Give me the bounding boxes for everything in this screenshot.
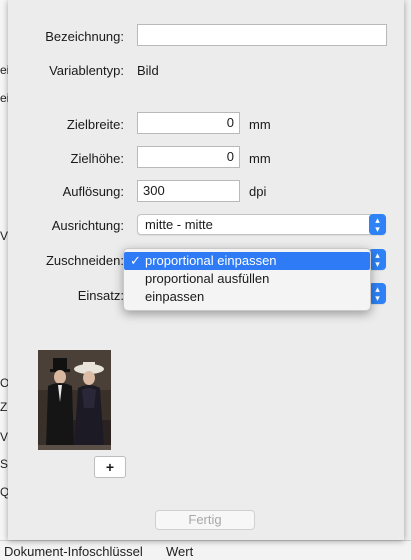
width-unit: mm — [249, 117, 271, 132]
popup-arrows-icon: ▴ ▾ — [369, 283, 386, 304]
name-label: Bezeichnung: — [45, 29, 124, 44]
crop-option-label: proportional einpassen — [145, 253, 277, 268]
crop-dropdown-menu: ✓ proportional einpassen proportional au… — [123, 248, 371, 311]
crop-option-fill-proportional[interactable]: proportional ausfüllen — [124, 270, 370, 288]
background-fragment: V — [0, 229, 9, 243]
crop-option-label: einpassen — [145, 289, 205, 304]
resolution-label: Auflösung: — [62, 184, 124, 199]
done-button[interactable]: Fertig — [155, 510, 255, 530]
add-image-button[interactable]: + — [94, 456, 126, 478]
alignment-popup[interactable]: mitte - mitte ▴ ▾ — [137, 214, 386, 235]
height-field[interactable]: 0 — [137, 146, 240, 168]
background-fragment: Z — [0, 400, 8, 414]
background-column-key: Dokument-Infoschlüssel — [4, 544, 143, 559]
alignment-label: Ausrichtung: — [51, 218, 124, 233]
name-field[interactable] — [137, 24, 387, 46]
background-fragment: S — [0, 457, 9, 471]
inset-label: Einsatz: — [77, 288, 124, 303]
crop-label: Zuschneiden: — [45, 253, 124, 268]
checkmark-icon: ✓ — [130, 253, 141, 268]
photo-couple-image — [38, 350, 111, 450]
height-label: Zielhöhe: — [70, 151, 124, 166]
image-thumbnail — [38, 350, 111, 450]
variable-sheet: Bezeichnung: Variablentyp: Bild Zielbrei… — [8, 0, 404, 540]
popup-arrows-icon: ▴ ▾ — [369, 249, 386, 270]
resolution-unit: dpi — [249, 184, 267, 199]
vartype-value: Bild — [137, 63, 159, 78]
width-label: Zielbreite: — [66, 117, 124, 132]
alignment-value: mitte - mitte — [145, 217, 213, 232]
background-column-value: Wert — [166, 544, 194, 559]
height-unit: mm — [249, 151, 271, 166]
background-window-right-edge — [403, 0, 411, 559]
resolution-field[interactable]: 300 — [137, 180, 240, 202]
background-fragment: V — [0, 430, 9, 444]
background-table-header: Dokument-Infoschlüssel Wert — [0, 540, 411, 560]
background-window-left-edge: ei ei V O Z V S Q — [0, 0, 9, 559]
popup-arrows-icon: ▴ ▾ — [369, 214, 386, 235]
crop-option-label: proportional ausfüllen — [145, 271, 270, 286]
crop-option-fit-proportional[interactable]: ✓ proportional einpassen — [124, 252, 370, 270]
vartype-label: Variablentyp: — [49, 63, 124, 78]
crop-option-fit[interactable]: einpassen — [124, 288, 370, 306]
width-field[interactable]: 0 — [137, 112, 240, 134]
